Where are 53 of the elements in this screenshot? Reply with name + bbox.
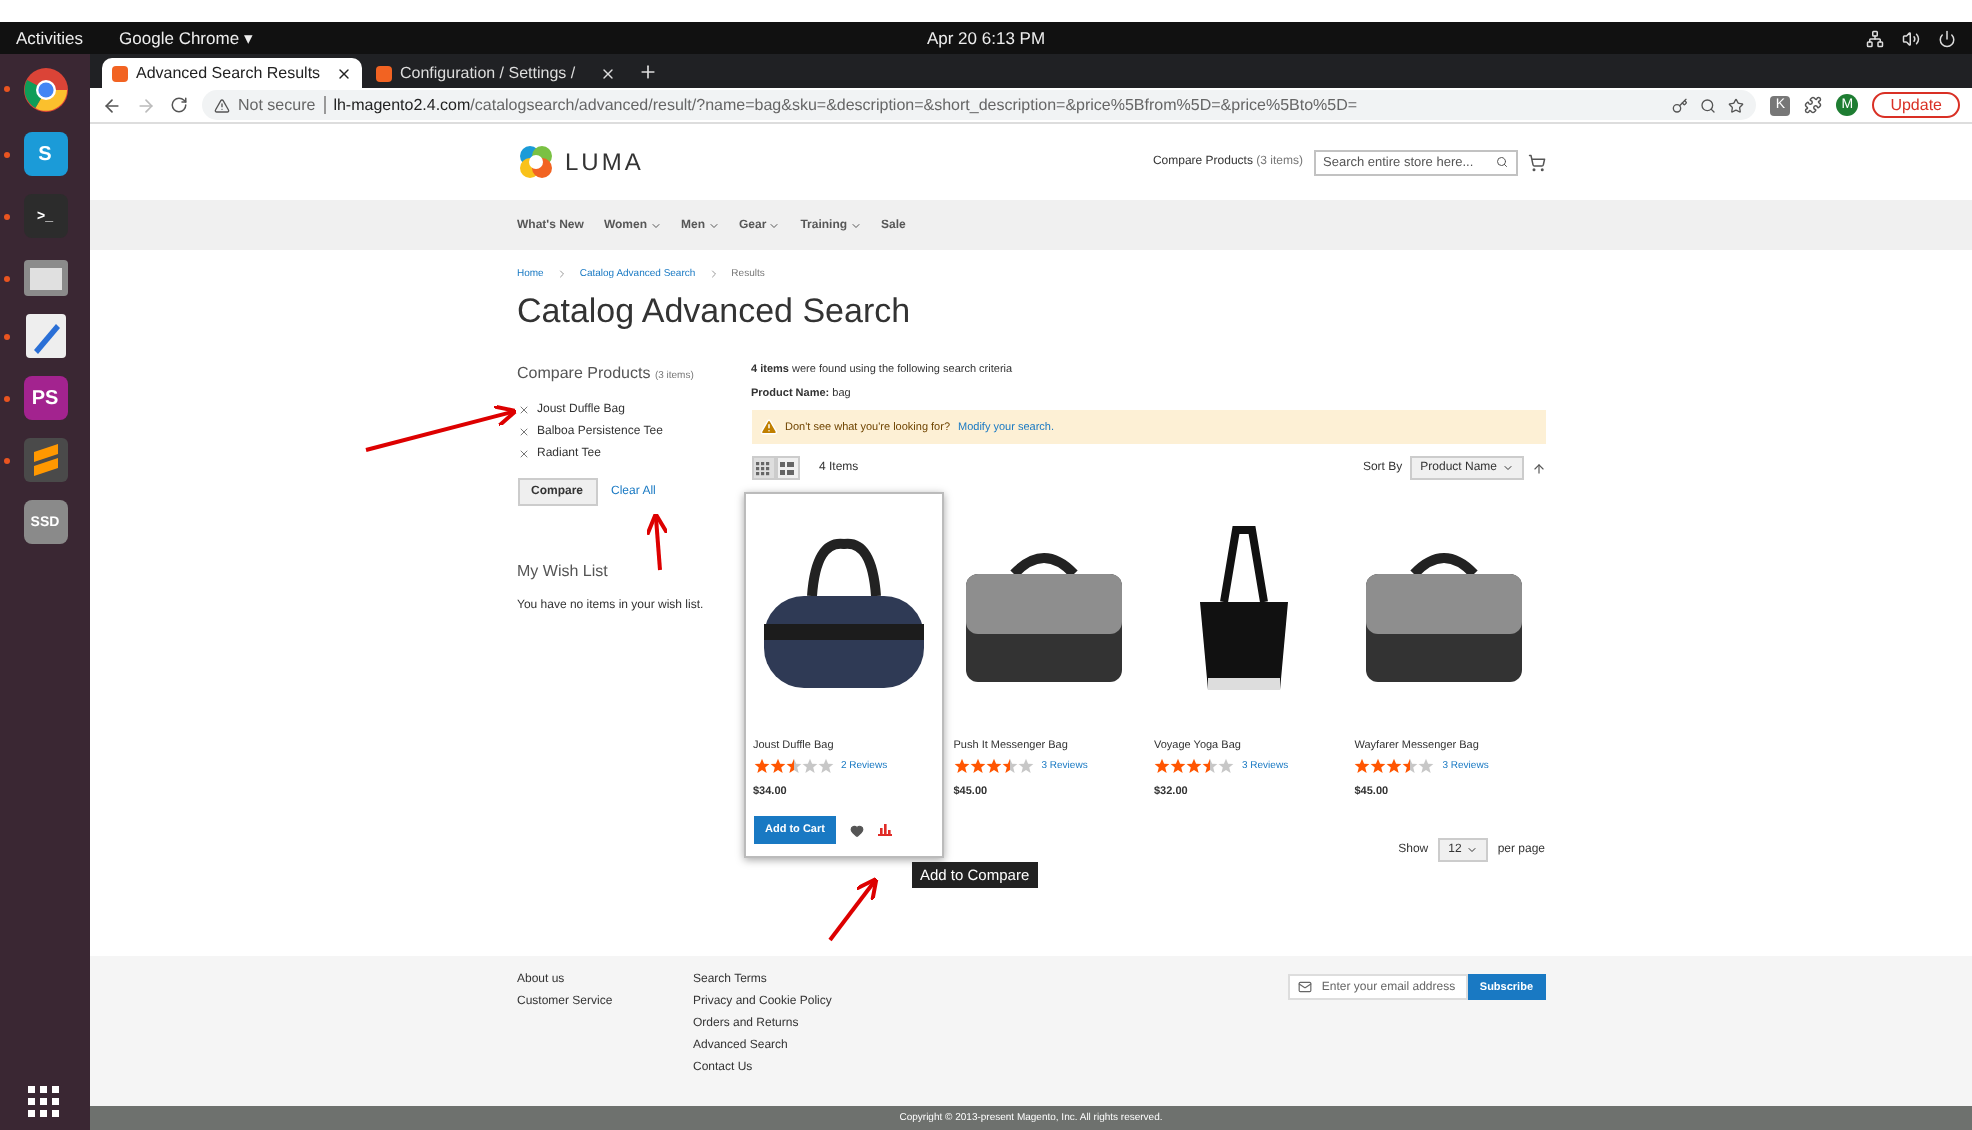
chevron-down-icon [849,219,862,231]
stacked-stripes-icon[interactable] [23,438,67,482]
app-menu[interactable]: Google Chrome ▾ [119,28,254,48]
site-icon [112,65,128,81]
key-icon[interactable] [1672,97,1689,113]
warning-icon [214,97,230,113]
activities-button[interactable]: Activities [16,28,84,48]
app-grid-icon[interactable] [28,1086,60,1118]
extensions-icon[interactable] [1804,96,1823,114]
app-tile-icon[interactable]: PS [23,376,67,420]
chevron-down-icon [768,219,781,231]
annotation-arrow [828,876,879,942]
page-title: Catalog Advanced Search [517,292,913,334]
remove-icon[interactable] [517,448,529,460]
chevron-right-icon [555,268,568,280]
chevron-down-icon [707,219,719,231]
chevron-right-icon [707,268,720,280]
site-icon [376,65,392,81]
search-icon [1495,156,1507,168]
network-icon[interactable] [1866,29,1884,47]
chevron-down-icon [1501,462,1513,474]
volume-icon[interactable] [1902,29,1920,47]
browser-tab[interactable]: Advanced Search Results [102,58,362,88]
chevron-down-icon [1465,844,1478,856]
browser-logo-icon[interactable] [21,66,69,114]
logo-icon [517,144,553,180]
power-icon[interactable] [1938,29,1956,47]
annotation-arrow [645,512,670,571]
cart-icon[interactable] [1527,153,1545,171]
reload-icon[interactable] [170,96,188,114]
wishlist-heading: My Wish List [517,562,610,580]
wishlist-heart-icon[interactable] [850,823,865,837]
sort-direction-icon[interactable] [1531,461,1545,475]
pencil-document-icon[interactable] [25,314,65,358]
grid-view-button[interactable] [751,456,775,480]
browser-tab[interactable]: Configuration / Settings / [366,58,626,88]
mail-icon [1297,980,1312,994]
update-button[interactable]: Update [1872,92,1960,118]
clock[interactable]: Apr 20 6:13 PM [926,28,1046,48]
new-tab-icon[interactable] [638,62,658,82]
search-icon[interactable] [1700,97,1717,113]
folder-icon[interactable] [23,256,67,296]
list-view-button[interactable] [775,456,799,480]
compare-icon[interactable] [878,823,893,837]
remove-icon[interactable] [517,404,529,416]
close-icon[interactable] [336,65,352,81]
warning-icon [759,418,777,436]
star-outline-icon[interactable] [1728,97,1745,113]
remove-icon[interactable] [517,426,529,438]
address-bar[interactable]: Not secure lh-magento2.4.com/catalogsearch/advanced/result/?name=bag&sku=&description=&short_description=&price%5Bfrom%5D=&price%5Bto%5D= [202,90,1757,120]
logo-text: LUMA [565,148,644,176]
chevron-down-icon [649,219,661,231]
back-icon[interactable] [102,95,122,115]
